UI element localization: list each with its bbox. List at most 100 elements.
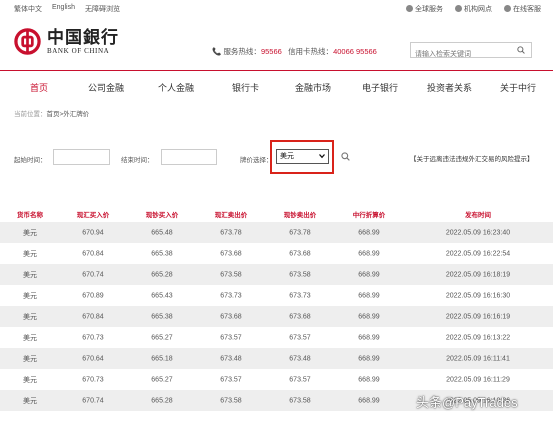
table-header: 货币名称 现汇买入价 现钞买入价 现汇卖出价 现钞卖出价 中行折算价 发布时间 xyxy=(0,206,553,222)
cell-publish-time: 2022.05.09 16:16:19 xyxy=(445,313,511,320)
watermark: 头条@PayTrades xyxy=(416,395,518,410)
end-time-input[interactable] xyxy=(161,149,217,165)
search-icon[interactable] xyxy=(517,46,525,54)
col-spot-sell: 现汇卖出价 xyxy=(214,212,248,219)
cell-cash-sell: 673.57 xyxy=(289,376,311,383)
cell-cash-buy: 665.28 xyxy=(151,397,173,404)
user-service-icon xyxy=(504,5,511,12)
cell-spot-buy: 670.74 xyxy=(82,271,104,278)
phone-icon: 📞 xyxy=(212,47,222,56)
currency-select-highlight: 美元 xyxy=(270,140,334,174)
risk-warning-link[interactable]: 【关于远离违法违规外汇交易的风险提示】 xyxy=(410,153,534,163)
nav-about[interactable]: 关于中行 xyxy=(500,81,536,94)
cell-cash-buy: 665.27 xyxy=(151,334,173,341)
table-row: 美元 670.84 665.38 673.68 673.68 668.99 2022.05.… xyxy=(0,243,553,264)
cell-boc-rate: 668.99 xyxy=(358,271,380,278)
cell-spot-sell: 673.68 xyxy=(220,250,242,257)
cell-currency: 美元 xyxy=(23,313,37,321)
cell-cash-buy: 665.18 xyxy=(151,355,173,362)
cell-publish-time: 2022.05.09 16:23:40 xyxy=(445,229,511,236)
cell-cash-sell: 673.78 xyxy=(289,229,311,236)
cell-spot-sell: 673.78 xyxy=(220,229,242,236)
cell-cash-buy: 665.27 xyxy=(151,376,173,383)
breadcrumb: 当前位置：首页>外汇牌价 xyxy=(14,111,90,118)
cell-currency: 美元 xyxy=(23,397,37,405)
cell-publish-time: 2022.05.09 16:11:41 xyxy=(446,355,510,362)
search-input[interactable] xyxy=(411,47,511,62)
location-pin-icon xyxy=(455,5,462,12)
col-currency: 货币名称 xyxy=(17,212,43,219)
global-service-link[interactable]: 全球服务 xyxy=(406,4,443,14)
end-time-label: 结束时间： xyxy=(121,157,154,164)
col-spot-buy: 现汇买入价 xyxy=(76,212,110,219)
cell-boc-rate: 668.99 xyxy=(358,397,380,404)
cell-cash-buy: 665.38 xyxy=(151,250,173,257)
cell-cash-buy: 665.38 xyxy=(151,313,173,320)
cell-cash-sell: 673.58 xyxy=(289,271,311,278)
nav-e-banking[interactable]: 电子银行 xyxy=(362,81,398,94)
nav-investor-relations[interactable]: 投资者关系 xyxy=(427,81,472,94)
main-nav: 首页 公司金融 个人金融 银行卡 金融市场 电子银行 投资者关系 关于中行 xyxy=(0,70,553,103)
cell-currency: 美元 xyxy=(23,355,37,363)
table-row: 美元 670.84 665.38 673.68 673.68 668.99 2022.05.… xyxy=(0,306,553,327)
cell-spot-buy: 670.73 xyxy=(82,334,104,341)
cell-spot-sell: 673.58 xyxy=(220,397,242,404)
cell-boc-rate: 668.99 xyxy=(358,250,380,257)
currency-select-label: 牌价选择： xyxy=(240,157,273,164)
top-utility-bar: 繁体中文 English 无障碍浏览 全球服务 机构网点 在线客服 xyxy=(0,0,553,16)
nav-corporate[interactable]: 公司金融 xyxy=(88,81,124,94)
boc-logo-icon xyxy=(14,28,41,55)
cell-spot-sell: 673.48 xyxy=(220,355,242,362)
site-header: 中国銀行 BANK OF CHINA 📞 服务热线：95566 信用卡热线：40… xyxy=(0,16,553,70)
cell-spot-buy: 670.64 xyxy=(82,355,104,362)
cell-currency: 美元 xyxy=(23,250,37,258)
col-cash-sell: 现钞卖出价 xyxy=(283,212,317,219)
nav-financial-markets[interactable]: 金融市场 xyxy=(295,81,331,94)
cell-boc-rate: 668.99 xyxy=(358,334,380,341)
cell-publish-time: 2022.05.09 16:16:30 xyxy=(445,292,511,299)
cell-spot-buy: 670.89 xyxy=(82,292,104,299)
cell-spot-buy: 670.84 xyxy=(82,250,104,257)
lang-english-link[interactable]: English xyxy=(52,4,75,14)
cell-boc-rate: 668.99 xyxy=(358,292,380,299)
cell-cash-buy: 665.43 xyxy=(151,292,173,299)
nav-home[interactable]: 首页 xyxy=(30,81,48,94)
cell-publish-time: 2022.05.09 16:22:54 xyxy=(445,250,511,257)
cell-cash-buy: 665.28 xyxy=(151,271,173,278)
nav-personal[interactable]: 个人金融 xyxy=(158,81,194,94)
exchange-rate-table: 货币名称 现汇买入价 现钞买入价 现汇卖出价 现钞卖出价 中行折算价 发布时间 … xyxy=(0,206,553,411)
table-body: 美元 670.94 665.48 673.78 673.78 668.99 2022.05.… xyxy=(0,222,553,411)
bank-logo[interactable]: 中国銀行 BANK OF CHINA xyxy=(14,28,119,55)
cell-publish-time: 2022.05.09 16:13:22 xyxy=(445,334,511,341)
cell-spot-sell: 673.57 xyxy=(220,334,242,341)
cell-cash-sell: 673.48 xyxy=(289,355,311,362)
cell-currency: 美元 xyxy=(23,376,37,384)
nav-bank-card[interactable]: 银行卡 xyxy=(232,81,259,94)
online-service-link[interactable]: 在线客服 xyxy=(504,4,541,14)
currency-select[interactable]: 美元 xyxy=(276,149,329,164)
cell-currency: 美元 xyxy=(23,292,37,300)
cell-cash-buy: 665.48 xyxy=(151,229,173,236)
branch-locator-link[interactable]: 机构网点 xyxy=(455,4,492,14)
filter-search-icon[interactable] xyxy=(341,152,350,161)
cell-currency: 美元 xyxy=(23,334,37,342)
cell-spot-buy: 670.84 xyxy=(82,313,104,320)
table-row: 美元 670.74 665.28 673.58 673.58 668.99 2022.05.… xyxy=(0,264,553,285)
logo-english-name: BANK OF CHINA xyxy=(47,46,110,55)
start-time-input[interactable] xyxy=(53,149,110,165)
accessibility-link[interactable]: 无障碍浏览 xyxy=(85,4,120,14)
cell-publish-time: 2022.05.09 16:18:19 xyxy=(445,271,511,278)
cell-currency: 美元 xyxy=(23,271,37,279)
lang-traditional-link[interactable]: 繁体中文 xyxy=(14,4,42,14)
cell-cash-sell: 673.68 xyxy=(289,313,311,320)
cell-spot-buy: 670.94 xyxy=(82,229,104,236)
chevron-down-icon xyxy=(319,154,325,159)
cell-boc-rate: 668.99 xyxy=(358,313,380,320)
col-boc-rate: 中行折算价 xyxy=(352,212,386,219)
start-time-label: 起始时间： xyxy=(14,157,47,164)
cell-cash-sell: 673.58 xyxy=(289,397,311,404)
breadcrumb-current[interactable]: 首页>外汇牌价 xyxy=(47,111,90,118)
cell-spot-buy: 670.74 xyxy=(82,397,104,404)
table-row: 美元 670.64 665.18 673.48 673.48 668.99 2022.05.… xyxy=(0,348,553,369)
logo-chinese-name: 中国銀行 xyxy=(47,27,119,48)
